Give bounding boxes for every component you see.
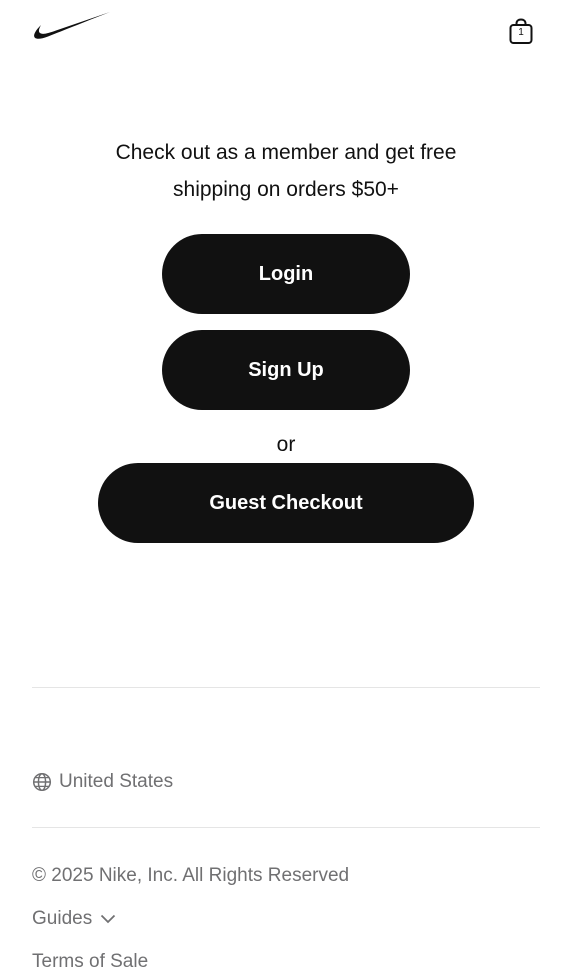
divider	[32, 687, 540, 688]
sign-up-button[interactable]: Sign Up	[162, 330, 410, 410]
copyright-text: © 2025 Nike, Inc. All Rights Reserved	[32, 865, 350, 886]
checkout-page: 1 Check out as a member and get free shi…	[0, 0, 572, 978]
login-button[interactable]: Login	[162, 234, 410, 314]
nike-swoosh-icon[interactable]	[32, 10, 112, 42]
guides-label: Guides	[32, 908, 93, 929]
cart-count: 1	[518, 27, 524, 38]
cart-button[interactable]: 1	[506, 17, 536, 47]
divider	[32, 827, 540, 828]
guest-checkout-button[interactable]: Guest Checkout	[98, 463, 474, 543]
or-separator-text: or	[276, 433, 296, 456]
globe-icon	[32, 772, 52, 792]
header: 1	[0, 0, 572, 60]
member-promo-text: Check out as a member and get free shipp…	[115, 141, 457, 201]
guides-dropdown[interactable]: Guides	[32, 905, 116, 933]
locale-selector[interactable]: United States	[32, 768, 173, 796]
locale-label: United States	[59, 771, 174, 792]
terms-of-sale-link[interactable]: Terms of Sale	[32, 948, 148, 976]
chevron-down-icon	[101, 914, 116, 924]
